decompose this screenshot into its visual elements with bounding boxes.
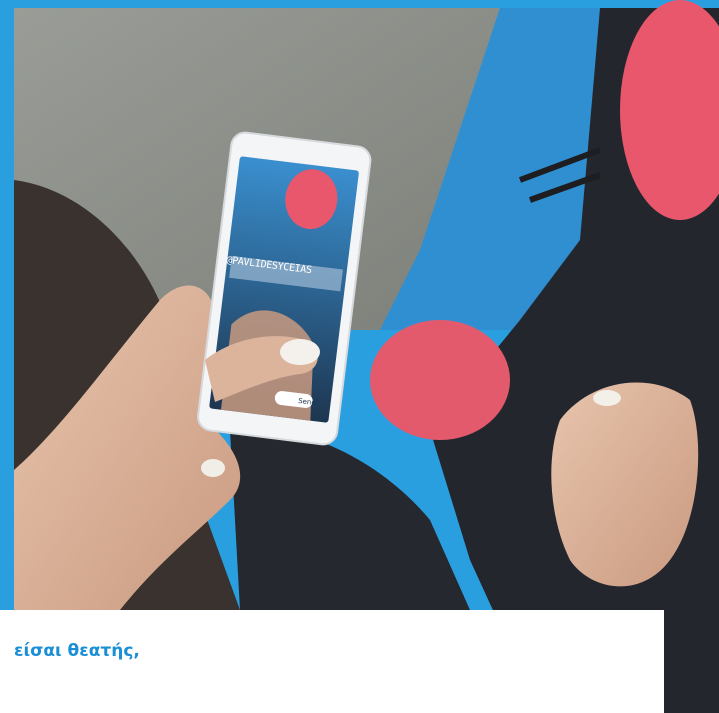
finger-nail-bottom [201, 459, 225, 477]
right-fingernail [593, 390, 621, 406]
caption-card [0, 610, 664, 713]
pink-shoe-center [370, 320, 510, 440]
caption-title: είσαι θεατής, [14, 641, 140, 661]
thumbnail [280, 339, 320, 365]
photo-scene [0, 0, 719, 713]
